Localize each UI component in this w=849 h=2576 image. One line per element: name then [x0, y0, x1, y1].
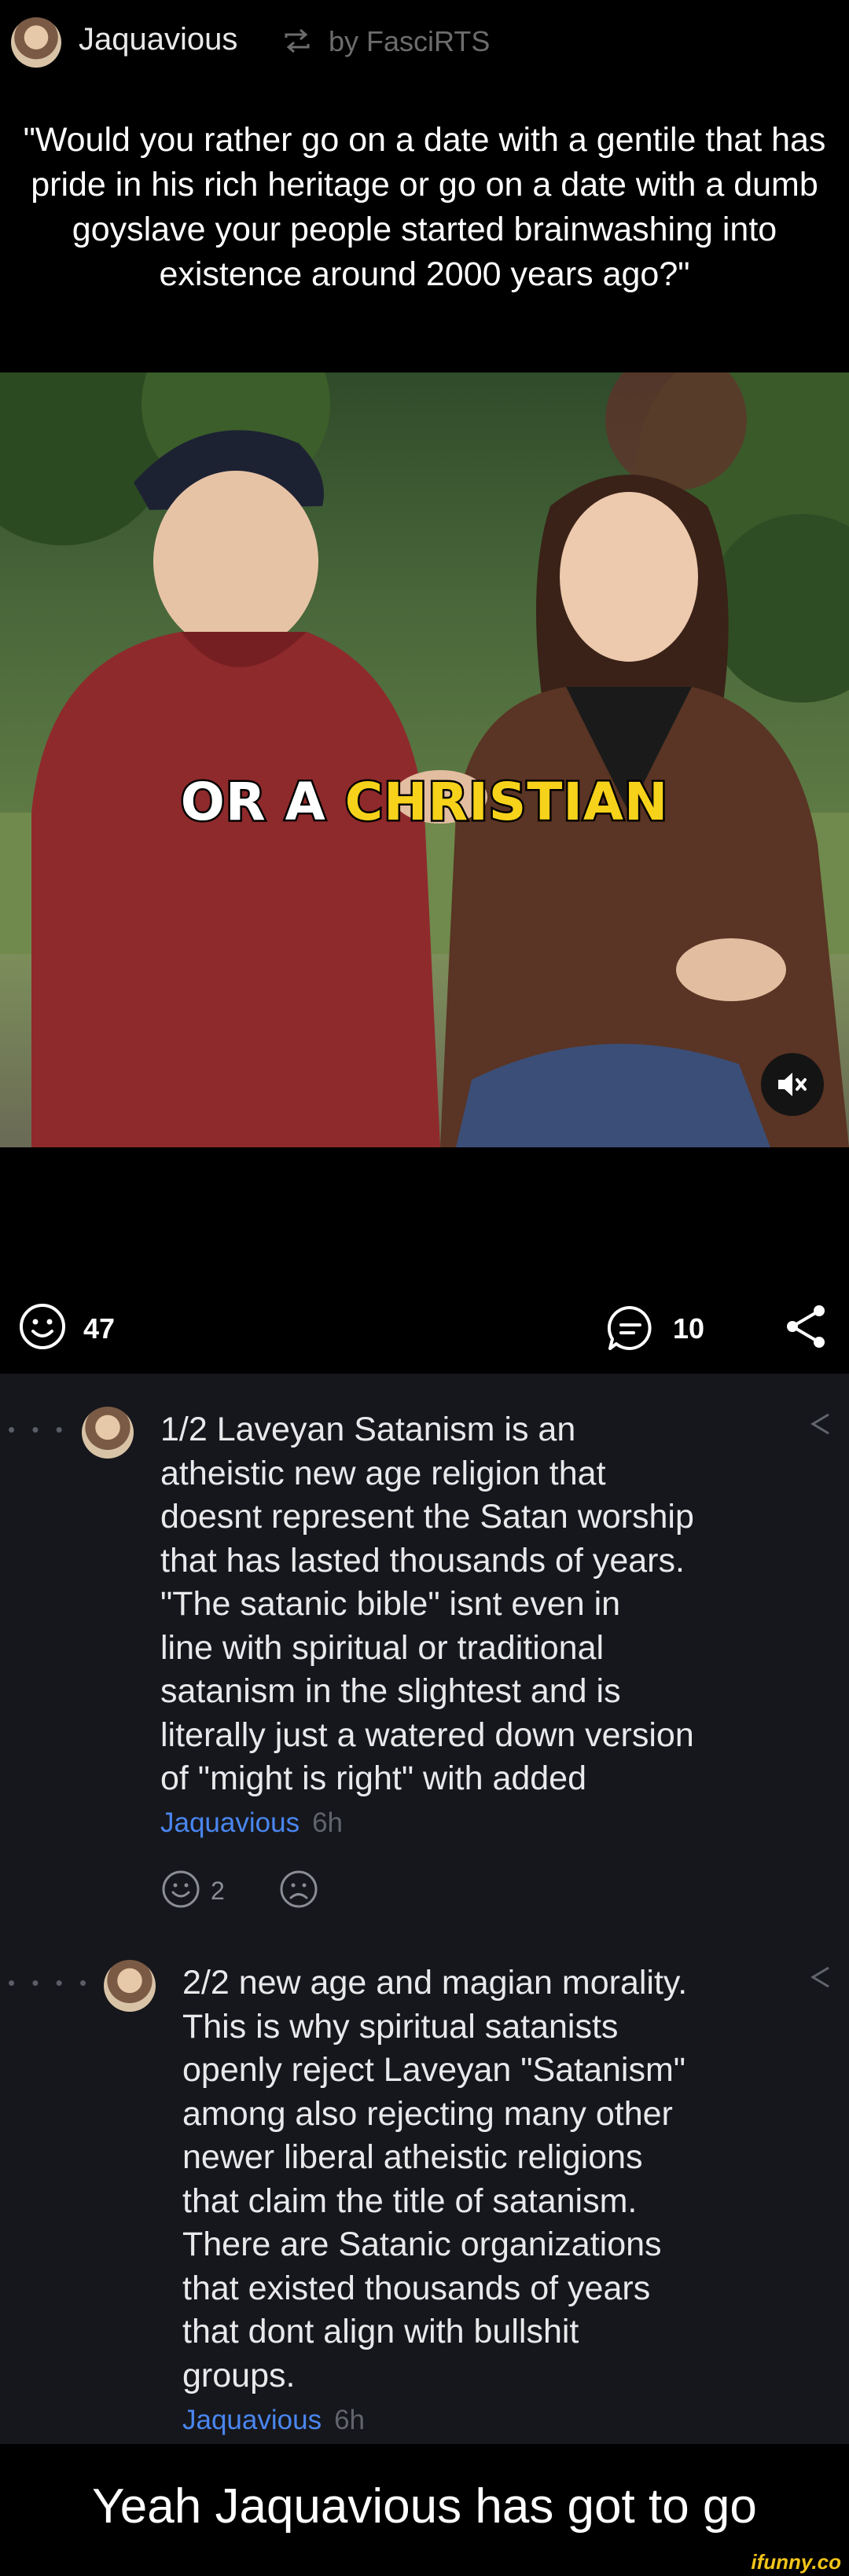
comment-line: doesnt represent the Satan worship [160, 1498, 694, 1536]
smile-icon[interactable] [17, 1301, 68, 1352]
comment-line: groups. [182, 2356, 296, 2394]
author-name[interactable]: Jaquavious [79, 22, 237, 57]
comment-smile-icon[interactable] [160, 1869, 201, 1910]
post-caption: "Would you rather go on a date with a ge… [23, 121, 826, 293]
video-caption-word-1: OR A [178, 770, 327, 835]
thread-depth-indicator: • • • [8, 1418, 68, 1441]
comment-text: 1/2 Laveyan Satanism is an atheistic new… [160, 1408, 694, 1801]
comment-line: openly reject Laveyan "Satanism" [182, 2051, 686, 2089]
comment-line: literally just a watered down version [160, 1715, 694, 1754]
comment-line: among also rejecting many other [182, 2094, 673, 2133]
smile-count: 47 [83, 1312, 116, 1345]
author-avatar[interactable] [11, 17, 61, 68]
thread-depth-indicator: • • • • [8, 1971, 93, 1994]
comment-line: that claim the title of satanism. [182, 2182, 638, 2220]
video-caption-overlay: OR A CHRISTIAN [0, 770, 849, 835]
bottom-caption-text: Yeah Jaquavious has got to go [92, 2479, 757, 2534]
comment-meta: Jaquavious 6h [182, 2405, 365, 2436]
video-frame-image [0, 372, 849, 1147]
video-caption-word-2: CHRISTIAN [343, 770, 669, 835]
comment-line: newer liberal atheistic religions [182, 2138, 643, 2176]
comment-avatar[interactable] [104, 1960, 156, 2012]
video-player[interactable]: OR A CHRISTIAN [0, 372, 849, 1147]
comment-meta: Jaquavious 6h [160, 1807, 343, 1839]
comment-count: 10 [673, 1312, 705, 1345]
comment-line: 2/2 new age and magian morality. [182, 1964, 688, 2002]
post-actions-bar: 47 10 [0, 1289, 849, 1367]
comments-section: • • • 1/2 Laveyan Satanism is an atheist… [0, 1374, 849, 2444]
original-poster[interactable]: by FasciRTS [329, 25, 490, 58]
meme-bottom-caption: Yeah Jaquavious has got to go ifunny.co [0, 2444, 849, 2576]
comment-smile-count: 2 [211, 1877, 225, 1905]
ifunny-watermark: ifunny.co [751, 2550, 841, 2574]
comment-time: 6h [312, 1807, 344, 1838]
comment-line: that has lasted thousands of years. [160, 1541, 685, 1580]
comment-line: "The satanic bible" isnt even in [160, 1585, 621, 1623]
comment-line: that existed thousands of years [182, 2269, 651, 2307]
comment-line: that dont align with bullshit [182, 2313, 579, 2350]
comment-line: This is why spiritual satanists [182, 2007, 619, 2046]
repost-icon [285, 28, 310, 53]
comment-line: There are Satanic organizations [182, 2226, 662, 2263]
muted-speaker-icon [778, 1073, 807, 1096]
comment-line: line with spiritual or traditional [160, 1628, 605, 1667]
comment-unsmile-icon[interactable] [278, 1869, 319, 1910]
post-header: Jaquavious by FasciRTS [0, 0, 849, 86]
comment-author[interactable]: Jaquavious [160, 1807, 300, 1838]
comment-text: 2/2 new age and magian morality. This is… [182, 1961, 687, 2398]
comment-line: of "might is right" with added [160, 1760, 587, 1797]
comment-time: 6h [334, 2405, 366, 2435]
comment-icon[interactable] [605, 1303, 656, 1353]
comment-author[interactable]: Jaquavious [182, 2405, 322, 2435]
share-icon[interactable] [781, 1301, 832, 1352]
mute-button[interactable] [761, 1053, 824, 1116]
comment-reply-icon[interactable] [805, 1961, 836, 1993]
comment-line: satanism in the slightest and is [160, 1672, 621, 1710]
comment-line: atheistic new age religion that [160, 1454, 606, 1492]
comment-line: 1/2 Laveyan Satanism is an [160, 1411, 576, 1448]
comment-reply-icon[interactable] [805, 1408, 836, 1440]
comment-avatar[interactable] [82, 1407, 134, 1459]
